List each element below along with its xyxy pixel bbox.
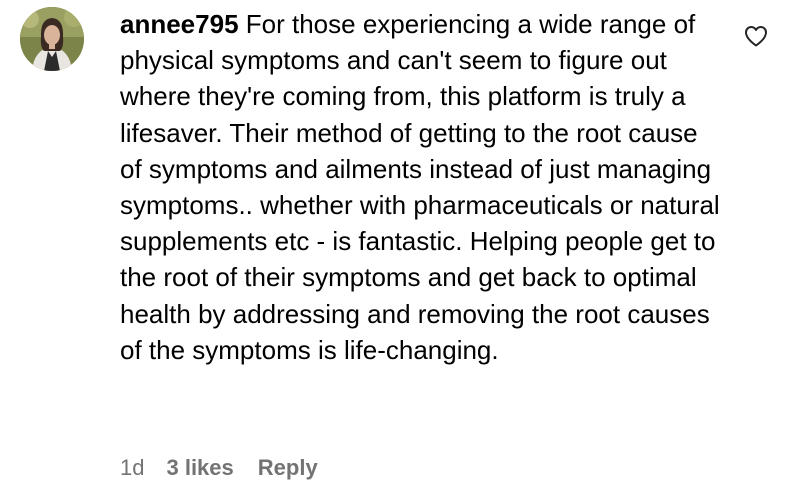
comment-likes-count[interactable]: 3 likes bbox=[166, 455, 233, 481]
avatar-image bbox=[20, 7, 84, 71]
comment-timestamp: 1d bbox=[120, 455, 145, 480]
avatar[interactable] bbox=[20, 7, 84, 71]
heart-outline-icon[interactable] bbox=[744, 25, 768, 47]
comment-text-block: annee795 For those experiencing a wide r… bbox=[120, 6, 720, 368]
comment-item: annee795 For those experiencing a wide r… bbox=[0, 0, 786, 496]
comment-meta: 1d 3 likes Reply bbox=[120, 455, 318, 481]
comment-text: For those experiencing a wide range of p… bbox=[120, 9, 720, 365]
reply-button[interactable]: Reply bbox=[258, 455, 318, 481]
comment-body: annee795 For those experiencing a wide r… bbox=[120, 6, 720, 368]
comment-username[interactable]: annee795 bbox=[120, 9, 239, 39]
